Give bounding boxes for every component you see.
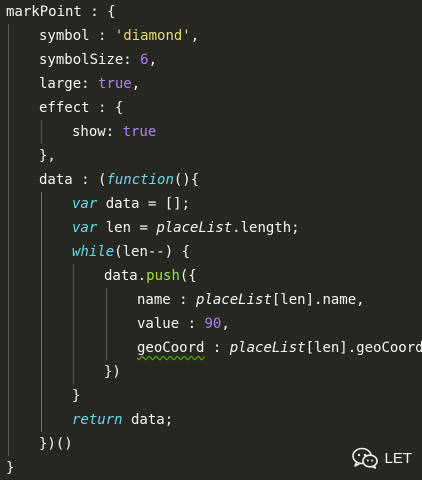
code-token: (){ xyxy=(173,172,200,188)
code-token: true xyxy=(122,124,157,140)
code-token: : ( xyxy=(72,172,107,188)
code-token: large xyxy=(39,76,82,92)
code-editor[interactable]: markPoint : { symbol : 'diamond', symbol… xyxy=(0,0,422,480)
code-line-12[interactable]: data.push({ xyxy=(104,264,197,288)
code-token: effect xyxy=(39,100,90,116)
code-line-6[interactable]: show: true xyxy=(72,120,156,144)
code-token: [len].name, xyxy=(271,292,365,308)
code-token: })() xyxy=(39,436,73,452)
code-token: : xyxy=(89,28,115,44)
code-line-17[interactable]: } xyxy=(72,384,80,408)
code-token: show xyxy=(72,124,106,140)
code-line-15[interactable]: geoCoord : placeList[len].geoCoord xyxy=(137,336,422,360)
indent-guide xyxy=(41,120,42,144)
code-token: , xyxy=(131,76,141,92)
code-token: var xyxy=(72,196,98,212)
code-token: markPoint xyxy=(6,4,82,20)
code-token: data; xyxy=(122,412,174,428)
code-line-10[interactable]: var len = placeList.length; xyxy=(72,216,300,240)
code-token: name xyxy=(137,292,171,308)
code-token: : xyxy=(123,52,141,68)
code-token: 6 xyxy=(140,52,149,68)
code-line-19[interactable]: })() xyxy=(39,432,73,456)
indent-guide xyxy=(8,24,9,456)
code-token: var xyxy=(72,220,98,236)
code-token: } xyxy=(6,460,15,476)
code-line-1[interactable]: markPoint : { xyxy=(6,0,116,24)
code-line-8[interactable]: data : (function(){ xyxy=(39,168,199,192)
code-token: data. xyxy=(104,268,147,284)
code-token: placeList xyxy=(156,220,233,236)
code-line-18[interactable]: return data; xyxy=(72,408,173,432)
indent-guide xyxy=(41,192,42,432)
code-token: function xyxy=(106,172,174,188)
code-token: value xyxy=(137,316,180,332)
code-line-16[interactable]: }) xyxy=(104,360,121,384)
code-token: data xyxy=(39,172,73,188)
indent-guide xyxy=(106,288,107,360)
code-token: , xyxy=(148,52,158,68)
code-token: [len].geoCoord xyxy=(305,340,422,356)
code-token: : { xyxy=(89,100,124,116)
code-token: geoCoord xyxy=(137,340,205,356)
code-token: true xyxy=(98,76,132,92)
code-line-7[interactable]: }, xyxy=(39,144,56,168)
code-token: placeList xyxy=(196,292,272,308)
code-line-5[interactable]: effect : { xyxy=(39,96,123,120)
code-token: : xyxy=(204,340,230,356)
code-token: .length; xyxy=(232,220,300,236)
code-token: 'diamond' xyxy=(114,28,191,44)
code-token: (len--) { xyxy=(114,244,191,260)
code-token: } xyxy=(72,388,81,404)
watermark-label: LET xyxy=(384,449,412,467)
code-token: data = []; xyxy=(97,196,191,212)
watermark: LET xyxy=(352,447,412,469)
indent-guide xyxy=(73,264,74,384)
code-line-13[interactable]: name : placeList[len].name, xyxy=(137,288,365,312)
code-line-2[interactable]: symbol : 'diamond', xyxy=(39,24,199,48)
code-line-3[interactable]: symbolSize: 6, xyxy=(39,48,157,72)
code-token: symbolSize xyxy=(39,52,124,68)
code-token: }) xyxy=(104,364,121,380)
code-token: }, xyxy=(39,148,56,164)
code-line-14[interactable]: value : 90, xyxy=(137,312,230,336)
code-token: , xyxy=(190,28,200,44)
code-token: push xyxy=(146,268,180,284)
wechat-icon xyxy=(352,447,379,469)
code-token: while xyxy=(72,244,115,260)
code-token: : xyxy=(105,124,123,140)
code-token: : { xyxy=(81,4,116,20)
code-token: placeList xyxy=(229,340,306,356)
code-token: ({ xyxy=(179,268,197,284)
code-token: symbol xyxy=(39,28,90,44)
code-token: len = xyxy=(97,220,157,236)
code-line-20[interactable]: } xyxy=(6,456,14,480)
code-token: : xyxy=(170,292,197,308)
code-token: : xyxy=(81,76,99,92)
code-token: , xyxy=(221,316,230,332)
code-line-9[interactable]: var data = []; xyxy=(72,192,190,216)
code-token: 90 xyxy=(204,316,222,332)
code-token: return xyxy=(72,412,123,428)
code-line-11[interactable]: while(len--) { xyxy=(72,240,190,264)
code-token: : xyxy=(179,316,205,332)
code-line-4[interactable]: large: true, xyxy=(39,72,140,96)
